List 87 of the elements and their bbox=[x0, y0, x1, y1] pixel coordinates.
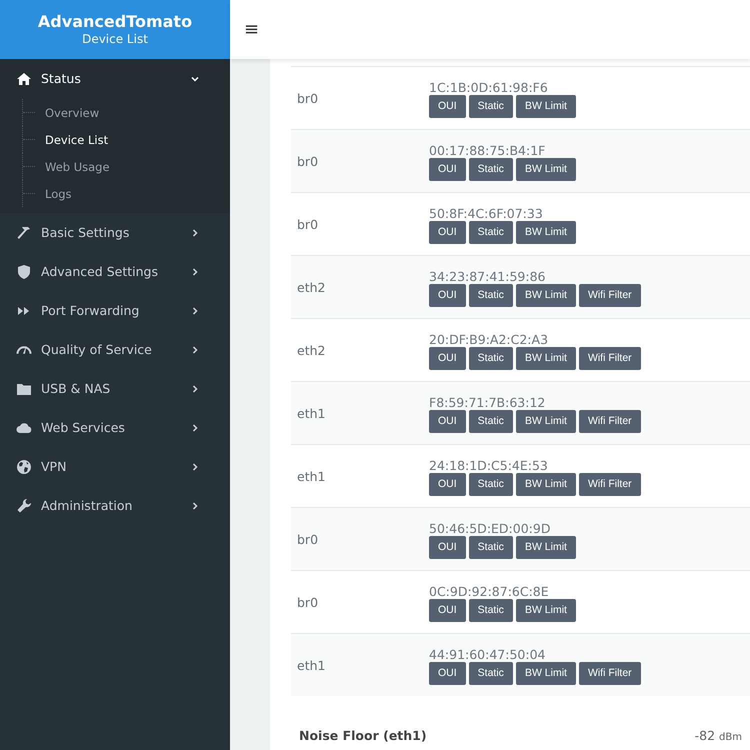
action-button[interactable]: Static bbox=[468, 410, 513, 432]
action-button[interactable]: OUI bbox=[429, 158, 466, 180]
action-button[interactable]: OUI bbox=[429, 284, 466, 306]
action-button[interactable]: Static bbox=[468, 94, 513, 118]
action-button[interactable]: Wifi Filter bbox=[578, 472, 641, 496]
chevron-right-icon bbox=[190, 462, 200, 472]
submenu-item[interactable]: Device List bbox=[45, 132, 108, 146]
interface-cell-text: br0 bbox=[296, 216, 320, 232]
action-button[interactable]: Static bbox=[468, 662, 513, 684]
mac-address: 0C:9D:92:87:6C:8E bbox=[429, 584, 550, 598]
action-button[interactable]: Wifi Filter bbox=[578, 284, 641, 306]
mac-address: 50:46:5D:ED:00:9D bbox=[429, 522, 552, 536]
interface-cell-text: eth1 bbox=[296, 658, 326, 672]
nav-item[interactable]: USB & NAS bbox=[0, 369, 230, 408]
mac-address: 50:8F:4C:6F:07:33 bbox=[429, 206, 544, 220]
chevron-right-icon bbox=[190, 422, 200, 432]
chevron-right-icon bbox=[190, 306, 200, 316]
chevron-right-icon bbox=[190, 384, 200, 394]
action-button[interactable]: Static bbox=[468, 472, 513, 496]
action-button[interactable]: Static bbox=[468, 536, 513, 558]
action-button[interactable]: Static bbox=[468, 158, 513, 180]
home-icon bbox=[16, 70, 32, 86]
interface-cell-text: br0 bbox=[296, 154, 320, 168]
interface-cell-text: eth2 bbox=[296, 280, 326, 294]
mac-address: 44:91:60:47:50:04 bbox=[429, 648, 546, 662]
chevron-right-icon bbox=[190, 500, 200, 510]
action-button[interactable]: Static bbox=[468, 346, 513, 370]
action-button[interactable]: Wifi Filter bbox=[578, 662, 641, 684]
submenu-item[interactable]: Overview bbox=[45, 106, 100, 120]
action-button[interactable]: OUI bbox=[429, 662, 466, 684]
nav-item[interactable]: Quality of Service bbox=[0, 330, 230, 369]
shield-icon bbox=[16, 264, 32, 280]
action-button[interactable]: OUI bbox=[429, 598, 466, 622]
action-button[interactable]: Static bbox=[468, 284, 513, 306]
action-button[interactable]: OUI bbox=[429, 346, 466, 370]
gauge-icon bbox=[16, 346, 32, 354]
action-button[interactable]: OUI bbox=[429, 220, 466, 244]
interface-cell-text: br0 bbox=[296, 594, 320, 610]
page-subtitle: Device List bbox=[82, 32, 148, 47]
mac-address: 24:18:1D:C5:4E:53 bbox=[429, 458, 549, 472]
action-button[interactable]: BW Limit bbox=[516, 662, 576, 684]
wrench-icon bbox=[16, 498, 32, 514]
chevron-right-icon bbox=[190, 344, 200, 354]
nav-item[interactable]: Status bbox=[0, 59, 230, 98]
chevron-right-icon bbox=[190, 266, 200, 276]
action-button[interactable]: BW Limit bbox=[516, 598, 576, 622]
nav-item[interactable]: Advanced Settings bbox=[0, 252, 230, 291]
app-title: AdvancedTomato bbox=[38, 12, 192, 32]
mac-address: 00:17:88:75:B4:1F bbox=[429, 144, 546, 158]
action-button[interactable]: BW Limit bbox=[516, 346, 576, 370]
mac-address: F8:59:71:7B:63:12 bbox=[429, 396, 546, 410]
action-button[interactable]: BW Limit bbox=[516, 94, 576, 118]
menu-button[interactable]: ≡ bbox=[240, 19, 264, 40]
action-button[interactable]: Wifi Filter bbox=[578, 346, 641, 370]
mac-address: 34:23:87:41:59:86 bbox=[429, 270, 546, 284]
submenu-item[interactable]: Logs bbox=[45, 186, 72, 200]
mac-address: 1C:1B:0D:61:98:F6 bbox=[429, 80, 549, 94]
hammer-icon bbox=[16, 224, 32, 240]
noise-floor-label: Noise Floor (eth1) bbox=[299, 728, 427, 743]
nav-item[interactable]: Port Forwarding bbox=[0, 291, 230, 330]
action-button[interactable]: Wifi Filter bbox=[578, 410, 641, 432]
interface-cell-text: br0 bbox=[296, 532, 320, 546]
nav-item[interactable]: Administration bbox=[0, 486, 230, 525]
action-button[interactable]: BW Limit bbox=[516, 220, 576, 244]
action-button[interactable]: OUI bbox=[429, 94, 466, 118]
action-button[interactable]: BW Limit bbox=[516, 472, 576, 496]
globe-icon bbox=[16, 458, 32, 474]
action-button[interactable]: BW Limit bbox=[516, 158, 576, 180]
interface-cell-text: eth1 bbox=[296, 468, 326, 484]
interface-cell-text: eth2 bbox=[296, 342, 326, 358]
action-button[interactable]: BW Limit bbox=[516, 536, 576, 558]
chevron-right-icon bbox=[190, 228, 200, 238]
action-button[interactable]: OUI bbox=[429, 472, 466, 496]
nav-item[interactable]: Web Services bbox=[0, 408, 230, 447]
action-button[interactable]: OUI bbox=[429, 410, 466, 432]
action-button[interactable]: Static bbox=[468, 220, 513, 244]
submenu-item[interactable]: Web Usage bbox=[45, 160, 110, 174]
interface-cell-text: br0 bbox=[296, 90, 320, 106]
nav-item[interactable]: VPN bbox=[0, 447, 230, 486]
action-button[interactable]: OUI bbox=[429, 536, 466, 558]
action-button[interactable]: Static bbox=[468, 598, 513, 622]
nav-item[interactable]: Basic Settings bbox=[0, 213, 230, 252]
interface-cell-text: eth1 bbox=[296, 406, 326, 420]
noise-floor-value: -82 dBm bbox=[694, 728, 742, 743]
action-button[interactable]: BW Limit bbox=[516, 410, 576, 432]
mac-address: 20:DF:B9:A2:C2:A3 bbox=[429, 332, 550, 346]
action-button[interactable]: BW Limit bbox=[516, 284, 576, 306]
